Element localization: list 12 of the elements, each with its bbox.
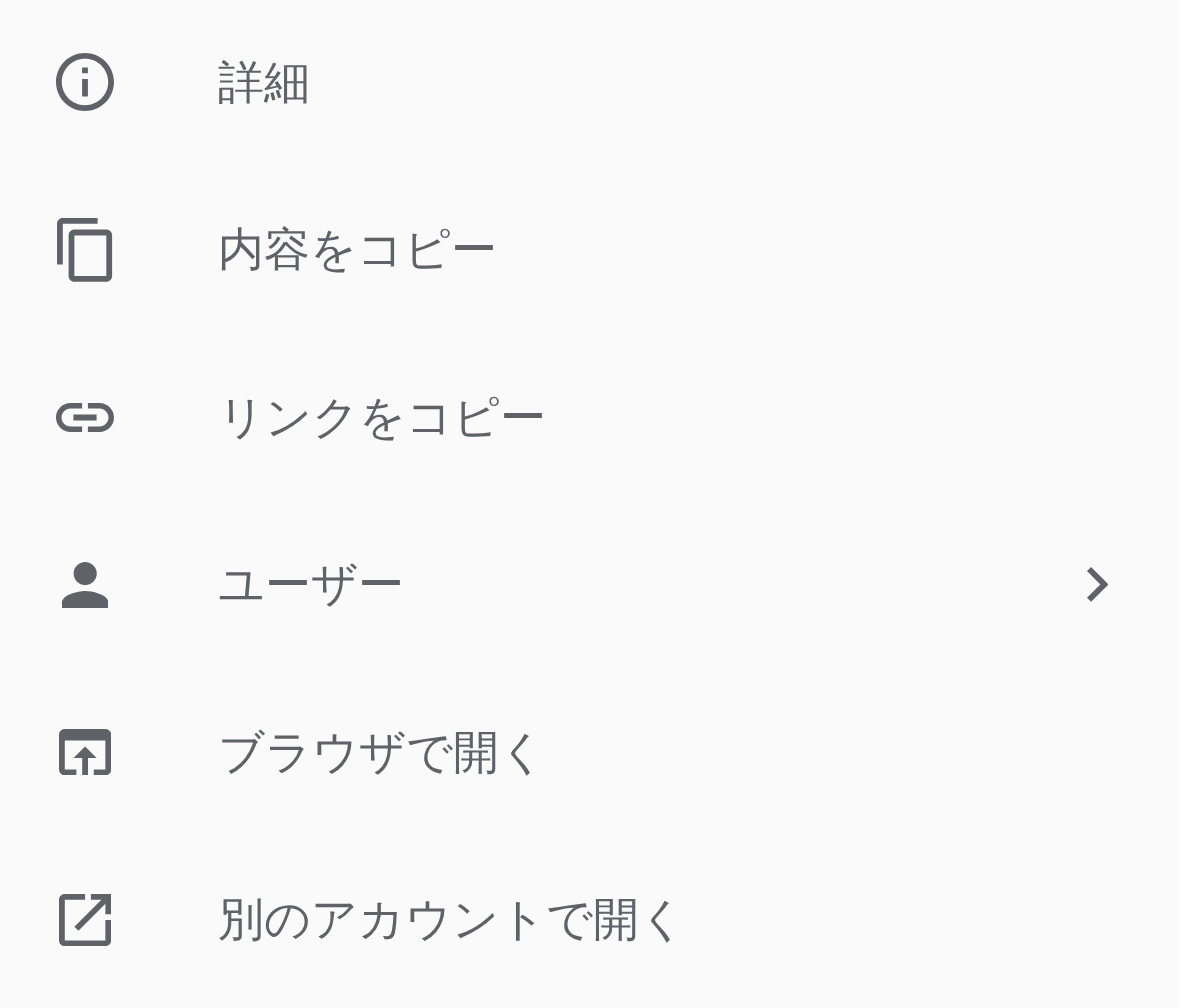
menu-item[interactable]: リンクをコピー (0, 333, 1179, 501)
person-icon (61, 561, 109, 608)
menu-item[interactable]: 別のアカウントで開く (0, 836, 1179, 1004)
copy-icon (57, 217, 113, 282)
info-icon (56, 53, 114, 112)
menu-item[interactable]: ブラウザで開く (0, 668, 1179, 836)
menu-item[interactable]: 内容をコピー (0, 166, 1179, 334)
menu-item[interactable]: 詳細 (0, 0, 1179, 166)
menu-item[interactable]: ユーザー (0, 501, 1179, 669)
browser-upload-icon (58, 729, 112, 776)
link-icon (56, 402, 114, 432)
external-link-icon (58, 893, 112, 946)
